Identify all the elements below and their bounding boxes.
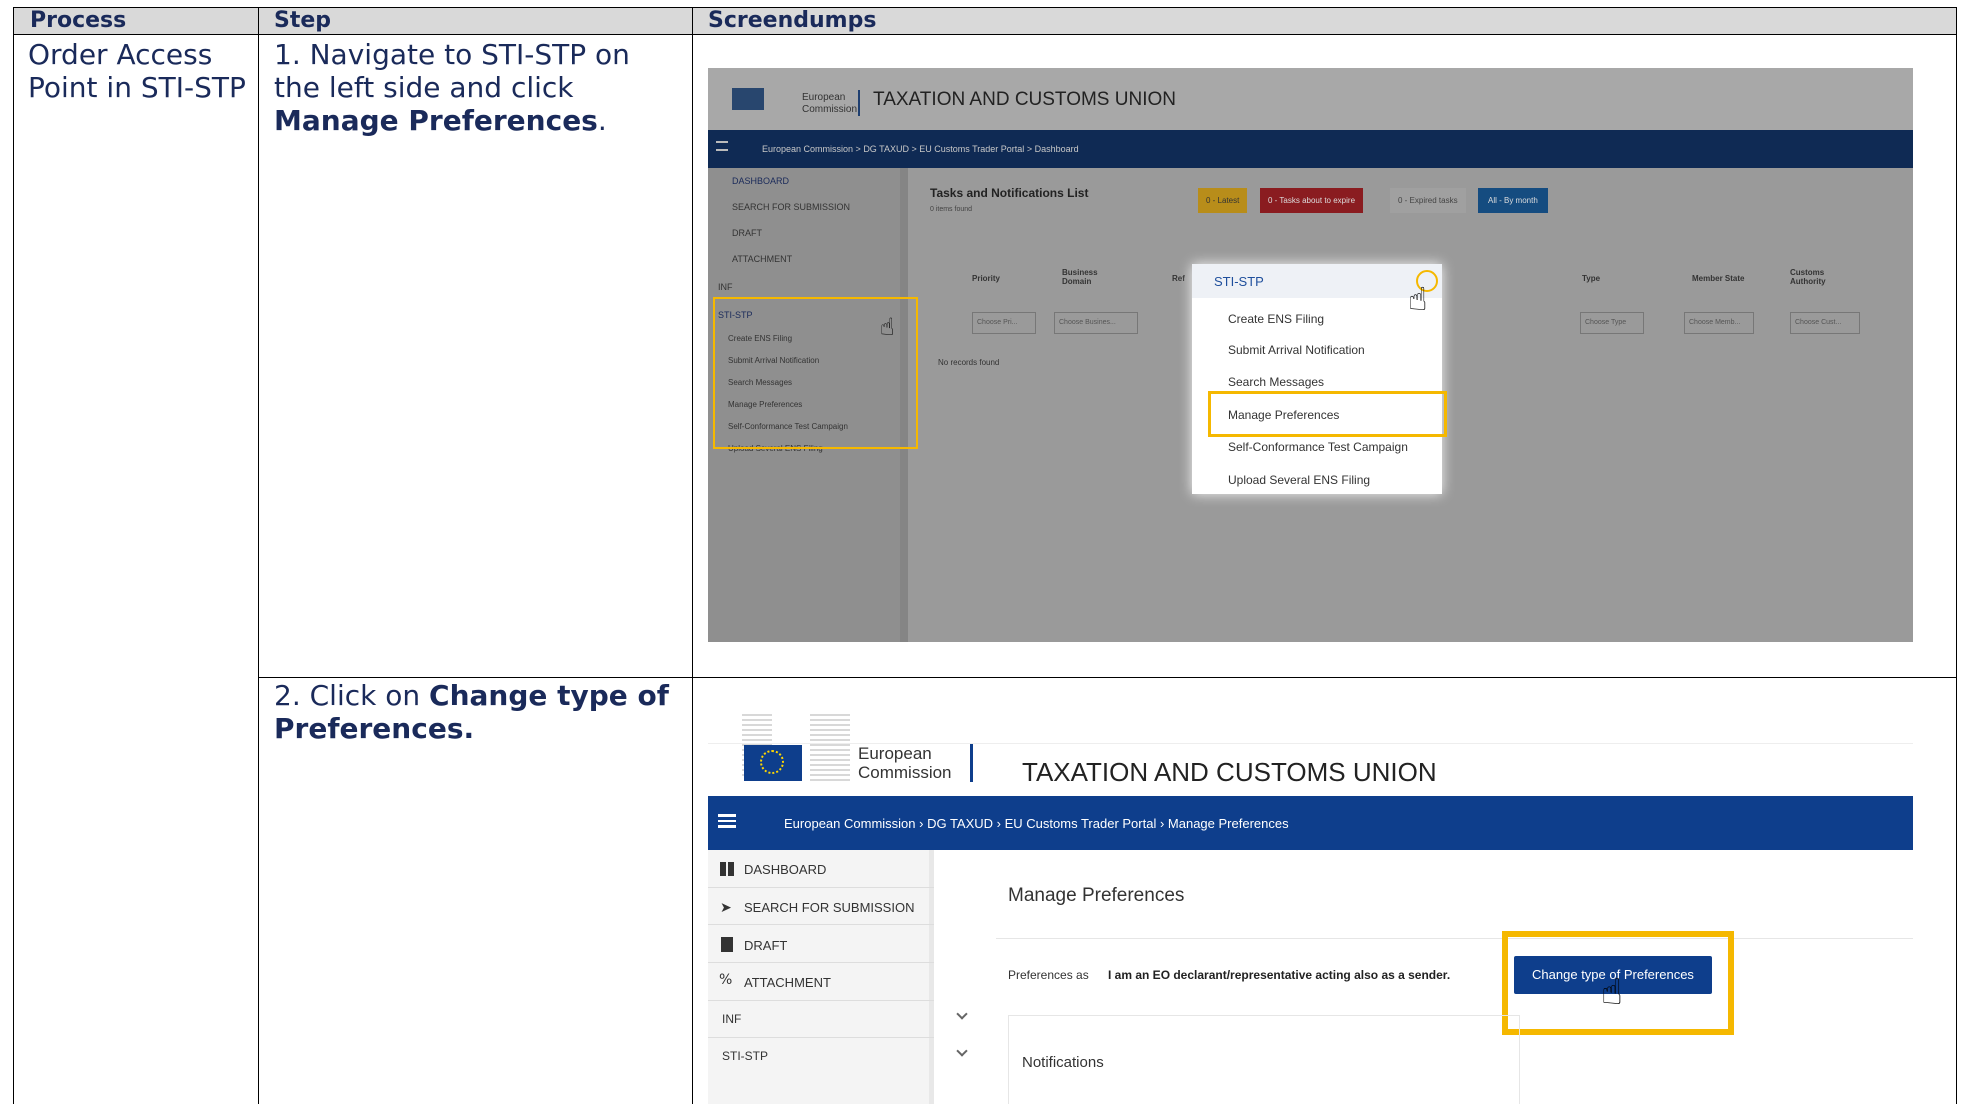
shot2-title-rule — [996, 938, 1913, 939]
step-1-bold: Manage Preferences — [274, 104, 598, 137]
shot1-badge-expire[interactable]: 0 - Tasks about to expire — [1260, 188, 1364, 213]
shot1-filter-type[interactable]: Choose Type — [1580, 312, 1644, 334]
shot1-col-type[interactable]: Type — [1582, 274, 1600, 283]
shot2-crumb-2[interactable]: DG TAXUD — [927, 816, 993, 831]
shot2-sti-chevron-down-icon[interactable] — [956, 1045, 968, 1057]
col-divider-2 — [692, 7, 693, 1104]
shot2-inf-chevron-down-icon[interactable] — [956, 1008, 968, 1020]
col-divider-1 — [258, 7, 259, 1104]
shot1-col-member-state[interactable]: Member State — [1692, 274, 1744, 283]
shot1-badge-latest[interactable]: 0 - Latest — [1198, 188, 1248, 213]
shot1-crumb-4: Dashboard — [1034, 144, 1079, 154]
shot2-file-icon — [721, 937, 733, 952]
shot1-col-customs[interactable]: Customs Authority — [1790, 268, 1840, 286]
shot2-brand-bottom: Commission — [858, 763, 952, 782]
shot2-crumb-1[interactable]: European Commission — [784, 816, 916, 831]
shot2-pref-value: I am an EO declarant/representative acti… — [1108, 968, 1451, 982]
shot1-sidebar-search[interactable]: SEARCH FOR SUBMISSION — [732, 202, 850, 212]
shot2-logo-lines-right — [810, 714, 850, 784]
shot1-crumb-2[interactable]: DG TAXUD — [863, 144, 909, 154]
shot1-sidebar-dashboard[interactable]: DASHBOARD — [732, 176, 789, 186]
step-1-prefix: 1. Navigate to STI-STP on the left side … — [274, 38, 630, 104]
shot1-brand-divider — [858, 90, 860, 116]
header-screendumps: Screendumps — [708, 8, 877, 33]
screenshot-2: European Commission TAXATION AND CUSTOMS… — [708, 710, 1913, 1104]
shot1-popup-header[interactable]: STI-STP — [1214, 274, 1264, 289]
shot2-sidebar-dashboard[interactable]: DASHBOARD — [744, 862, 826, 877]
step-2-text: 2. Click on Change type of Preferences. — [274, 679, 684, 745]
shot1-filter-member[interactable]: Choose Memb... — [1684, 312, 1754, 334]
shot1-col-ref[interactable]: Ref — [1172, 274, 1185, 283]
shot1-popup-item-6[interactable]: Upload Several ENS Filing — [1228, 473, 1370, 487]
shot2-notifications: Notifications — [1022, 1054, 1104, 1071]
header-step: Step — [274, 8, 332, 33]
shot1-crumb-1[interactable]: European Commission — [762, 144, 853, 154]
shot1-popup-item-5[interactable]: Self-Conformance Test Campaign — [1228, 440, 1408, 454]
shot2-sidebar-div-2 — [708, 924, 934, 925]
shot2-page-title: Manage Preferences — [1008, 885, 1185, 906]
step-1-suffix: . — [597, 104, 607, 137]
shot1-popup-item-3[interactable]: Search Messages — [1228, 375, 1324, 389]
shot1-eu-flag-icon — [732, 88, 764, 110]
shot2-sidebar-div-5 — [708, 1037, 934, 1038]
shot1-list-sub: 0 items found — [930, 206, 973, 213]
shot1-col-priority[interactable]: Priority — [972, 274, 1000, 283]
shot1-sidebar-cursor-icon: ☝ — [880, 313, 895, 341]
shot1-popup-item-1[interactable]: Create ENS Filing — [1228, 312, 1324, 326]
row-divider — [258, 677, 1957, 678]
shot1-crumb-3[interactable]: EU Customs Trader Portal — [919, 144, 1024, 154]
shot2-crumb-4: Manage Preferences — [1167, 816, 1289, 831]
shot1-sidebar-inf[interactable]: INF — [718, 282, 733, 292]
shot1-menu-icon[interactable] — [716, 141, 728, 151]
shot2-dashboard-icon — [720, 862, 734, 876]
shot2-sidebar-sti-stp[interactable]: STI-STP — [722, 1049, 768, 1063]
shot2-brand-top: European — [858, 744, 932, 763]
shot2-sidebar-div-1 — [708, 887, 934, 888]
shot2-header-rule — [708, 743, 1913, 744]
shot2-sidebar-search[interactable]: SEARCH FOR SUBMISSION — [744, 900, 914, 915]
header-process: Process — [30, 8, 127, 33]
shot2-sidebar-div-4 — [708, 1000, 934, 1001]
shot2-pref-label: Preferences as — [1008, 968, 1089, 982]
shot1-breadcrumb[interactable]: European Commission > DG TAXUD > EU Cust… — [762, 144, 1079, 154]
shot2-cursor-icon: ☝ — [1601, 972, 1623, 1013]
shot1-brand-top: European — [802, 92, 846, 103]
shot1-filter-business[interactable]: Choose Busines... — [1054, 312, 1138, 334]
shot2-sidebar-draft[interactable]: DRAFT — [744, 938, 787, 953]
shot2-sidebar-inf[interactable]: INF — [722, 1012, 741, 1026]
shot1-filter-priority[interactable]: Choose Pri... — [972, 312, 1036, 334]
shot1-portal-title: TAXATION AND CUSTOMS UNION — [873, 89, 1176, 110]
shot1-col-business[interactable]: Business Domain — [1062, 268, 1112, 286]
shot2-link-icon: % — [719, 972, 733, 988]
shot2-crumb-3[interactable]: EU Customs Trader Portal — [1005, 816, 1157, 831]
shot1-filter-customs[interactable]: Choose Cust... — [1790, 312, 1860, 334]
shot1-popup-cursor-icon: ☝ — [1408, 280, 1428, 318]
shot2-portal-title: TAXATION AND CUSTOMS UNION — [1022, 757, 1437, 787]
shot2-eu-stars-icon — [760, 750, 784, 774]
shot1-list-title: Tasks and Notifications List — [930, 186, 1089, 200]
step-1-text: 1. Navigate to STI-STP on the left side … — [274, 38, 684, 137]
shot1-sidebar-draft[interactable]: DRAFT — [732, 228, 762, 238]
process-name: Order Access Point in STI-STP — [28, 38, 246, 104]
shot2-sidebar-attachment[interactable]: ATTACHMENT — [744, 975, 831, 990]
shot1-badge-expired[interactable]: 0 - Expired tasks — [1390, 188, 1466, 213]
shot2-brand-divider — [970, 744, 973, 782]
screenshot-1: European Commission TAXATION AND CUSTOMS… — [708, 68, 1913, 642]
table-border-left — [13, 7, 14, 1104]
shot2-sidebar-div-3 — [708, 962, 934, 963]
shot2-send-icon: ➤ — [720, 900, 732, 916]
shot1-popup-item-2[interactable]: Submit Arrival Notification — [1228, 343, 1365, 357]
table-border-top — [13, 7, 1957, 8]
header-divider — [13, 34, 1957, 35]
shot1-no-records: No records found — [938, 358, 1000, 367]
shot2-menu-icon-mid — [718, 820, 736, 822]
shot1-popup-highlight — [1208, 391, 1447, 437]
step-2-prefix: 2. Click on — [274, 679, 430, 712]
shot2-breadcrumb[interactable]: European Commission › DG TAXUD › EU Cust… — [784, 816, 1289, 831]
shot1-badge-month[interactable]: All - By month — [1478, 188, 1548, 213]
shot1-sidebar-attachment[interactable]: ATTACHMENT — [732, 254, 792, 264]
shot1-brand-bottom: Commission — [802, 104, 858, 115]
table-border-right — [1956, 7, 1957, 1104]
